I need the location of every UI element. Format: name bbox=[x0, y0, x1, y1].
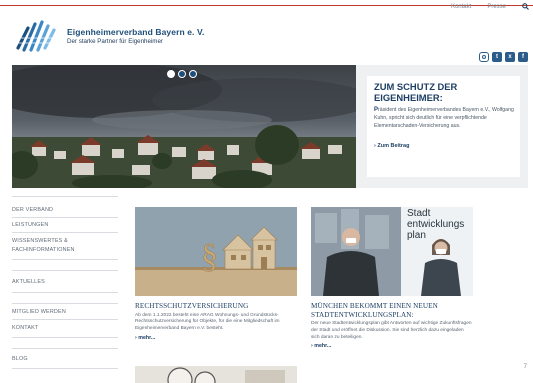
slide-dot-3[interactable] bbox=[189, 70, 197, 78]
card-title[interactable]: RECHTSSCHUTZVERSICHERUNG bbox=[135, 302, 297, 311]
sidebar-divider bbox=[12, 232, 118, 233]
logo[interactable] bbox=[14, 18, 58, 54]
card-title[interactable]: MÜNCHEN BEKOMMT EINEN NEUEN STADTENTWICK… bbox=[311, 302, 473, 319]
svg-text:§: § bbox=[201, 238, 218, 275]
nav-link-kontakt[interactable]: Kontakt bbox=[451, 4, 471, 10]
sidebar-divider bbox=[12, 270, 118, 271]
organization-tagline: Der starke Partner für Eigenheimer bbox=[67, 38, 163, 45]
sidebar-divider bbox=[12, 196, 118, 197]
organization-name: Eigenheimerverband Bayern e. V. bbox=[67, 27, 205, 37]
page-number: 7 bbox=[523, 364, 527, 370]
nav-link-presse[interactable]: Presse bbox=[487, 4, 506, 10]
sidebar-item-leistungen[interactable]: LEISTUNGEN bbox=[12, 222, 48, 229]
sidebar-divider bbox=[12, 303, 118, 304]
sidebar-divider bbox=[12, 348, 118, 349]
sidebar-item-fachinformationen[interactable]: FACHINFORMATIONEN bbox=[12, 247, 75, 254]
slider-indicators bbox=[167, 70, 197, 78]
featured-teaser: ZUM SCHUTZ DER EIGENHEIMER: Präsident de… bbox=[356, 65, 528, 188]
sidebar-divider bbox=[12, 319, 118, 320]
teaser-body: räsident des Eigenheimerverbandes Bayern… bbox=[374, 107, 514, 129]
sidebar-divider bbox=[12, 292, 118, 293]
sidebar-divider bbox=[12, 217, 118, 218]
news-card-stadtentwicklungsplan[interactable]: Stadt entwicklungs plan MÜNCHEN BEKOMMT … bbox=[311, 207, 473, 349]
sidebar-divider bbox=[12, 368, 118, 369]
sidebar-item-aktuelles[interactable]: AKTUELLES bbox=[12, 279, 45, 286]
card-more-link[interactable]: › mehr... bbox=[311, 343, 473, 349]
teaser-text: Präsident des Eigenheimerverbandes Bayer… bbox=[374, 107, 517, 130]
next-card-image-partial[interactable] bbox=[135, 366, 297, 383]
sidebar-divider bbox=[12, 337, 118, 338]
hero-slider-image[interactable] bbox=[12, 65, 356, 188]
card-more-link[interactable]: › mehr... bbox=[135, 335, 297, 341]
poster-text-line-1: Stadt bbox=[407, 208, 431, 219]
news-card-rechtsschutz[interactable]: § RECHTSSCHUTZVERSICHERUNG Ab dem 1.1.20… bbox=[135, 207, 297, 341]
sidebar-item-mitglied-werden[interactable]: MITGLIED WERDEN bbox=[12, 309, 66, 316]
card-image-press-photo[interactable]: Stadt entwicklungs plan bbox=[311, 207, 473, 296]
sidebar-item-blog[interactable]: BLOG bbox=[12, 356, 28, 363]
poster-text-line-3: plan bbox=[407, 230, 426, 241]
teaser-title: ZUM SCHUTZ DER EIGENHEIMER: bbox=[374, 81, 458, 103]
teaser-read-more-link[interactable]: › Zum Beitrag bbox=[374, 143, 409, 149]
twitter-icon[interactable]: t bbox=[492, 52, 502, 62]
teaser-card: ZUM SCHUTZ DER EIGENHEIMER: Präsident de… bbox=[367, 76, 520, 177]
sidebar-item-der-verband[interactable]: DER VERBAND bbox=[12, 207, 53, 214]
instagram-icon[interactable] bbox=[479, 52, 489, 62]
sidebar-divider bbox=[12, 259, 118, 260]
search-icon[interactable] bbox=[522, 3, 529, 10]
sidebar-item-wissenswertes[interactable]: WISSENSWERTES & bbox=[12, 238, 68, 245]
xing-icon[interactable]: x bbox=[505, 52, 515, 62]
slide-dot-1[interactable] bbox=[167, 70, 175, 78]
poster-text-line-2: entwicklungs bbox=[407, 219, 465, 230]
card-image-houses-paragraph[interactable]: § bbox=[135, 207, 297, 296]
facebook-icon[interactable]: f bbox=[518, 52, 528, 62]
top-navigation: Kontakt Presse bbox=[451, 3, 529, 10]
social-links: t x f bbox=[479, 52, 528, 62]
sidebar-item-kontakt[interactable]: KONTAKT bbox=[12, 325, 38, 332]
slide-dot-2[interactable] bbox=[178, 70, 186, 78]
card-text: Ab dem 1.1.2022 besteht eine ARAG Wohnun… bbox=[135, 312, 280, 332]
card-text: Der neue Stadtentwicklungsplan gibt Antw… bbox=[311, 321, 472, 340]
